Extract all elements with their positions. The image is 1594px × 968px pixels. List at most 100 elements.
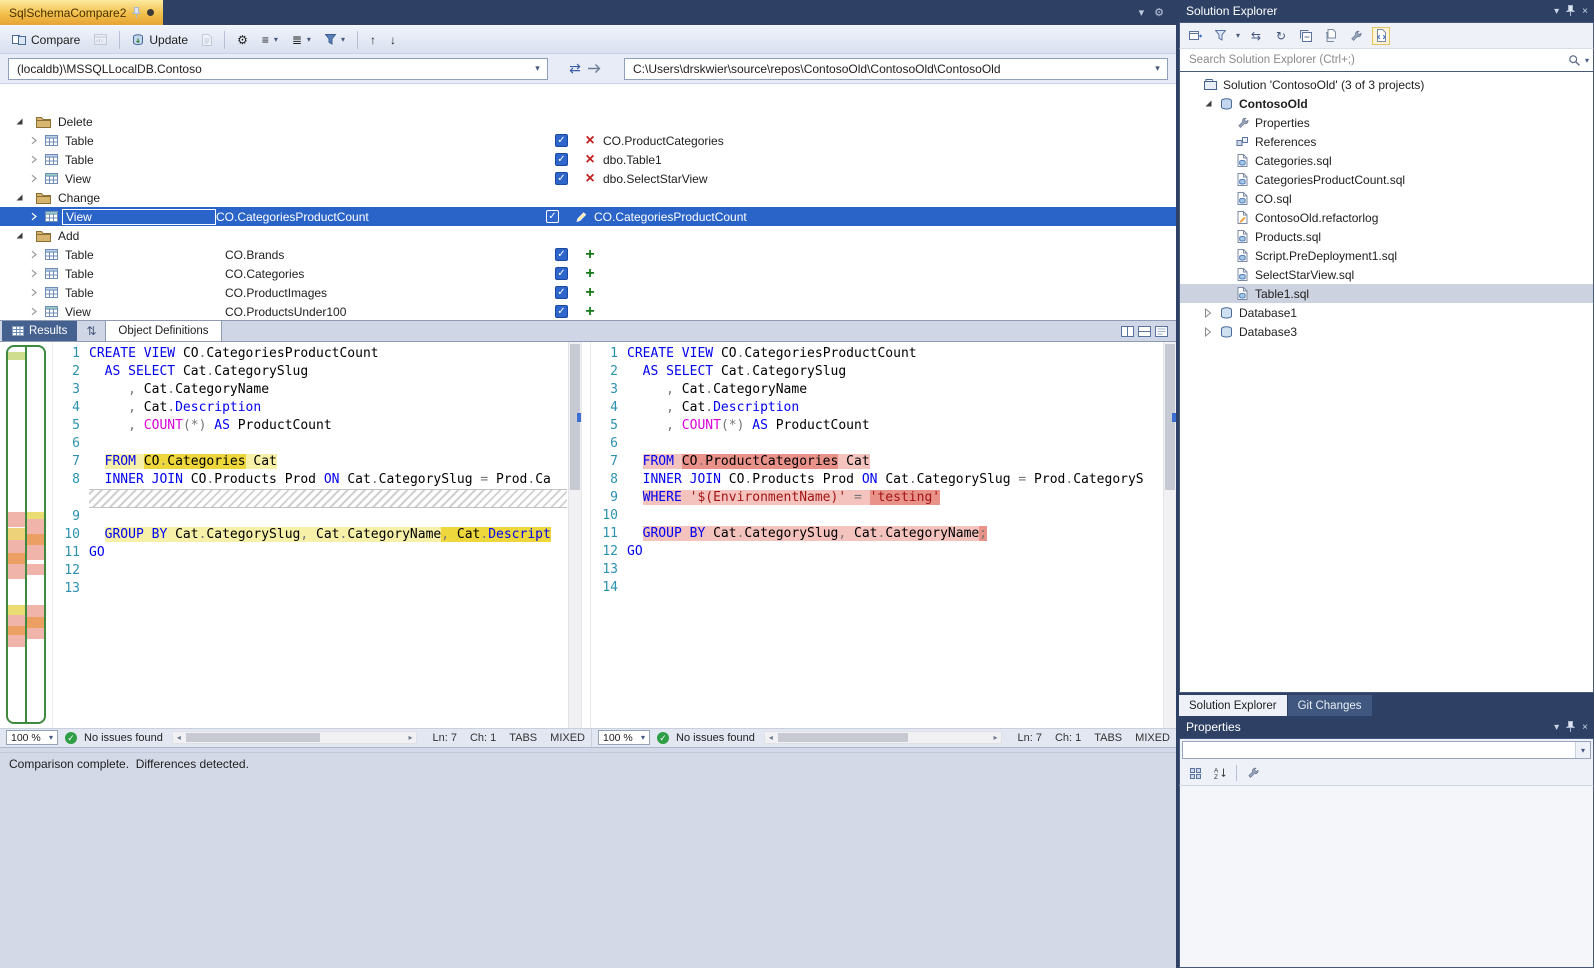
compare-row[interactable]: View✓×dbo.SelectStarView xyxy=(0,169,1176,188)
tree-item-products-sql[interactable]: Products.sql xyxy=(1180,227,1593,246)
include-checkbox[interactable]: ✓ xyxy=(555,267,568,280)
search-icon[interactable] xyxy=(1568,54,1581,67)
source-database-dropdown[interactable]: (localdb)\MSSQLLocalDB.Contoso ▾ xyxy=(8,58,548,80)
caret-down-icon[interactable] xyxy=(10,231,28,240)
group-by-icon[interactable]: ≡▾ xyxy=(256,30,284,50)
include-checkbox[interactable]: ✓ xyxy=(555,305,568,318)
close-icon[interactable]: × xyxy=(1582,722,1588,733)
chevron-down-icon[interactable]: ▾ xyxy=(1139,6,1145,19)
expand-chevron-icon[interactable] xyxy=(26,269,42,278)
scroll-left-icon[interactable]: ◂ xyxy=(173,732,185,743)
tree-item-table1-sql[interactable]: Table1.sql xyxy=(1180,284,1593,303)
code-area[interactable]: 1CREATE VIEW CO.CategoriesProductCount2 … xyxy=(53,345,567,598)
tab-results[interactable]: Results xyxy=(2,321,77,341)
sync-active-document-icon[interactable] xyxy=(1372,27,1390,45)
pin-icon[interactable] xyxy=(1566,5,1575,17)
tree-item-script-predeployment1-sql[interactable]: Script.PreDeployment1.sql xyxy=(1180,246,1593,265)
expand-chevron-icon[interactable] xyxy=(26,174,42,183)
compare-row[interactable]: Table✓×CO.ProductCategories xyxy=(0,131,1176,150)
panel-tab-solution-explorer[interactable]: Solution Explorer xyxy=(1179,695,1287,716)
tree-item-contosoold-refactorlog[interactable]: ContosoOld.refactorlog xyxy=(1180,208,1593,227)
include-checkbox[interactable]: ✓ xyxy=(555,172,568,185)
tree-item-solution-contosoold-3-of-3-projects[interactable]: Solution 'ContosoOld' (3 of 3 projects) xyxy=(1180,75,1593,94)
zoom-dropdown[interactable]: 100 % ▾ xyxy=(6,730,58,745)
generate-script-icon[interactable] xyxy=(196,31,218,49)
compare-group-add[interactable]: Add xyxy=(0,226,1176,245)
scroll-right-icon[interactable]: ▸ xyxy=(989,732,1001,743)
window-position-icon[interactable]: ▾ xyxy=(1554,6,1559,17)
tree-item-contosoold[interactable]: ContosoOld xyxy=(1180,94,1593,113)
scroll-right-icon[interactable]: ▸ xyxy=(404,732,416,743)
compare-row[interactable]: TableCO.Categories✓+ xyxy=(0,264,1176,283)
close-icon[interactable]: × xyxy=(1582,6,1588,17)
switch-direction-icon[interactable]: ⇄ xyxy=(569,60,581,77)
properties-wrench-icon[interactable] xyxy=(1347,27,1365,45)
expand-chevron-icon[interactable] xyxy=(26,136,42,145)
tree-item-selectstarview-sql[interactable]: SelectStarView.sql xyxy=(1180,265,1593,284)
expand-chevron-icon[interactable] xyxy=(26,155,42,164)
sync-icon[interactable]: ⇆ xyxy=(1247,27,1265,45)
scroll-left-icon[interactable]: ◂ xyxy=(765,732,777,743)
expand-chevron-icon[interactable] xyxy=(26,307,42,316)
expand-chevron-icon[interactable] xyxy=(26,250,42,259)
source-definition-editor[interactable]: 1CREATE VIEW CO.CategoriesProductCount2 … xyxy=(53,342,581,728)
layout-top-bottom-icon[interactable] xyxy=(1138,326,1151,337)
zoom-dropdown[interactable]: 100 % ▾ xyxy=(598,730,650,745)
chevron-down-icon[interactable]: ▾ xyxy=(1585,56,1589,65)
pin-icon[interactable] xyxy=(132,7,141,19)
search-input[interactable] xyxy=(1187,53,1564,67)
gear-icon[interactable]: ⚙ xyxy=(1154,6,1164,19)
target-definition-editor[interactable]: 1CREATE VIEW CO.CategoriesProductCount2 … xyxy=(591,342,1176,728)
chevron-down-icon[interactable]: ▾ xyxy=(1575,742,1590,758)
categorized-icon[interactable] xyxy=(1186,764,1204,782)
tree-item-categoriesproductcount-sql[interactable]: CategoriesProductCount.sql xyxy=(1180,170,1593,189)
editor-splitter[interactable] xyxy=(581,342,591,728)
layout-side-by-side-icon[interactable] xyxy=(1121,326,1134,337)
tree-item-database1[interactable]: Database1 xyxy=(1180,303,1593,322)
horizontal-scrollbar[interactable]: ◂ ▸ xyxy=(764,731,1003,744)
vertical-scrollbar[interactable] xyxy=(568,342,581,728)
report-icon[interactable] xyxy=(88,31,113,48)
previous-change-icon[interactable]: ↑ xyxy=(364,30,382,50)
chevron-down-icon[interactable]: ▾ xyxy=(529,60,546,78)
include-checkbox[interactable]: ✓ xyxy=(546,210,559,223)
tree-expander-icon[interactable] xyxy=(1202,308,1214,318)
expand-chevron-icon[interactable] xyxy=(26,212,42,221)
target-project-dropdown[interactable]: C:\Users\drskwier\source\repos\ContosoOl… xyxy=(624,58,1168,80)
include-checkbox[interactable]: ✓ xyxy=(555,248,568,261)
include-checkbox[interactable]: ✓ xyxy=(555,286,568,299)
tree-item-categories-sql[interactable]: Categories.sql xyxy=(1180,151,1593,170)
tree-item-database3[interactable]: Database3 xyxy=(1180,322,1593,341)
diff-overview-map[interactable] xyxy=(0,342,53,728)
compare-group-change[interactable]: Change xyxy=(0,188,1176,207)
vertical-scrollbar[interactable] xyxy=(1163,342,1176,728)
compare-row[interactable]: ViewCO.CategoriesProductCount✓CO.Categor… xyxy=(0,207,1176,226)
tree-item-co-sql[interactable]: CO.sql xyxy=(1180,189,1593,208)
tree-expander-icon[interactable] xyxy=(1202,327,1214,337)
layout-inline-icon[interactable] xyxy=(1155,326,1168,337)
options-gear-icon[interactable]: ⚙ xyxy=(231,30,254,50)
caret-down-icon[interactable] xyxy=(10,193,28,202)
window-position-icon[interactable]: ▾ xyxy=(1554,722,1559,733)
compare-row[interactable]: ViewCO.ProductsUnder100✓+ xyxy=(0,302,1176,320)
caret-down-icon[interactable] xyxy=(10,117,28,126)
expand-chevron-icon[interactable] xyxy=(26,288,42,297)
compare-row[interactable]: TableCO.Brands✓+ xyxy=(0,245,1176,264)
tree-expander-icon[interactable] xyxy=(1202,99,1214,108)
next-change-icon[interactable]: ↓ xyxy=(384,30,402,50)
display-options-icon[interactable]: ≣▾ xyxy=(286,30,317,50)
horizontal-scrollbar[interactable]: ◂ ▸ xyxy=(172,731,418,744)
properties-object-dropdown[interactable]: ▾ xyxy=(1182,741,1591,759)
tab-object-definitions[interactable]: Object Definitions xyxy=(105,320,221,341)
collapse-all-icon[interactable] xyxy=(1297,27,1315,45)
compare-button[interactable]: Compare xyxy=(6,30,86,50)
show-all-files-icon[interactable] xyxy=(1322,27,1340,45)
tab-sqlschemacompare2[interactable]: SqlSchemaCompare2 xyxy=(0,0,163,25)
chevron-down-icon[interactable]: ▾ xyxy=(1149,60,1166,78)
property-pages-icon[interactable] xyxy=(1244,764,1262,782)
code-area[interactable]: 1CREATE VIEW CO.CategoriesProductCount2 … xyxy=(591,345,1162,597)
alphabetical-sort-icon[interactable]: AZ xyxy=(1211,764,1229,782)
scrollbar-thumb[interactable] xyxy=(778,733,908,742)
tree-item-properties[interactable]: Properties xyxy=(1180,113,1593,132)
pending-filter-icon[interactable] xyxy=(1211,27,1229,45)
